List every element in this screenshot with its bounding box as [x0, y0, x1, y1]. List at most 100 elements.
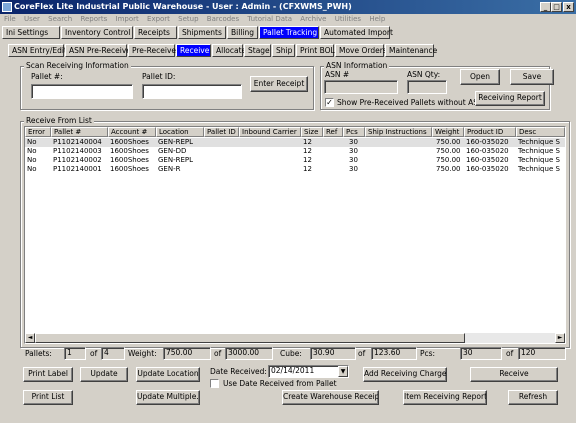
menu-archive[interactable]: Archive [300, 15, 326, 23]
cell-weight: 750.00 [436, 147, 461, 155]
tab-ship[interactable]: Ship [272, 44, 295, 57]
pallets-value: 1 [64, 347, 86, 360]
tab-pallet-tracking[interactable]: Pallet Tracking [259, 26, 319, 39]
cell-desc: Technique S [518, 138, 560, 146]
tab-automated-import[interactable]: Automated Import [320, 26, 393, 39]
menu-utilities[interactable]: Utilities [335, 15, 361, 23]
menu-search[interactable]: Search [48, 15, 72, 23]
close-button[interactable]: x [563, 2, 574, 12]
cell-desc: Technique S [518, 165, 560, 173]
scroll-left-arrow-icon[interactable]: ◄ [25, 333, 35, 343]
col-pallet-id[interactable]: Pallet ID [204, 127, 239, 137]
col-pallet-number[interactable]: Pallet # [51, 127, 108, 137]
asn-qty-label: ASN Qty: [407, 70, 441, 79]
receiving-report-button[interactable]: Receiving Report [475, 91, 545, 106]
add-receiving-charge-button[interactable]: Add Receiving Charge [363, 367, 447, 382]
tab-stage[interactable]: Stage [244, 44, 271, 57]
cell-weight: 750.00 [436, 138, 461, 146]
cube-value: 30.90 [310, 347, 356, 360]
pallet-id-input[interactable] [142, 84, 242, 99]
menu-tutorial-data[interactable]: Tutorial Data [247, 15, 292, 23]
pallet-number-input[interactable] [31, 84, 133, 99]
menu-import[interactable]: Import [116, 15, 139, 23]
show-prereceived-label: Show Pre-Received Pallets without ASN [337, 98, 484, 107]
table-row[interactable]: No P1102140003 1600Shoes GEN-DD 12 30 75… [25, 147, 565, 156]
update-button[interactable]: Update [80, 367, 128, 382]
tab-pre-receive[interactable]: Pre-Receive [128, 44, 176, 57]
chevron-down-icon[interactable]: ▼ [338, 366, 348, 377]
print-label-button[interactable]: Print Label [23, 367, 73, 382]
tab-asn-pre-receive[interactable]: ASN Pre-Receive [65, 44, 131, 57]
pcs-value: 30 [460, 347, 502, 360]
tab-receipts[interactable]: Receipts [134, 26, 177, 39]
weight-label: Weight: [128, 349, 157, 358]
tab-maintenance[interactable]: Maintenance [385, 44, 437, 57]
use-date-received-label: Use Date Received from Pallet [223, 379, 337, 388]
cube-of-label: of [358, 349, 366, 358]
pcs-label: Pcs: [420, 349, 436, 358]
open-button[interactable]: Open [460, 69, 500, 85]
tab-ini-settings[interactable]: Ini Settings [2, 26, 60, 39]
cell-product-id: 160-035020 [466, 165, 509, 173]
tab-billing[interactable]: Billing [227, 26, 258, 39]
minimize-button[interactable]: _ [540, 2, 551, 12]
col-error[interactable]: Error [25, 127, 51, 137]
tab-asn-entry-edit[interactable]: ASN Entry/Edit [8, 44, 67, 57]
cell-size: 12 [303, 156, 312, 164]
col-ref[interactable]: Ref [323, 127, 343, 137]
use-date-received-checkbox[interactable] [210, 379, 219, 388]
pallets-of-label: of [90, 349, 98, 358]
item-receiving-report-button[interactable]: Item Receiving Report [403, 390, 487, 405]
maximize-button[interactable]: □ [551, 2, 562, 12]
show-prereceived-checkbox[interactable]: ✓ [325, 98, 334, 107]
update-multiple-button[interactable]: Update Multiple... [136, 390, 200, 405]
pallets-label: Pallets: [25, 349, 52, 358]
cell-desc: Technique S [518, 147, 560, 155]
scroll-thumb[interactable] [35, 333, 465, 343]
col-pcs[interactable]: Pcs [343, 127, 365, 137]
col-account-number[interactable]: Account # [108, 127, 156, 137]
enter-receipt-button[interactable]: Enter Receipt [250, 76, 308, 92]
tab-inventory-control[interactable]: Inventory Control [61, 26, 133, 39]
date-received-combo[interactable]: 02/14/2011 ▼ [268, 365, 349, 378]
col-product-id[interactable]: Product ID [464, 127, 516, 137]
scroll-right-arrow-icon[interactable]: ► [555, 333, 565, 343]
table-row[interactable]: No P1102140001 1600Shoes GEN-R 12 30 750… [25, 165, 565, 174]
menu-reports[interactable]: Reports [80, 15, 107, 23]
create-warehouse-receipt-button[interactable]: Create Warehouse Receipt [282, 390, 379, 405]
tab-shipments[interactable]: Shipments [178, 26, 226, 39]
receive-grid[interactable]: Error Pallet # Account # Location Pallet… [24, 126, 566, 344]
cell-location: GEN-DD [158, 147, 187, 155]
refresh-button[interactable]: Refresh [508, 390, 558, 405]
menu-export[interactable]: Export [147, 15, 170, 23]
asn-number-field[interactable] [324, 80, 398, 94]
table-row[interactable]: No P1102140002 1600Shoes GEN-REPL 12 30 … [25, 156, 565, 165]
print-list-button[interactable]: Print List [23, 390, 73, 405]
save-button[interactable]: Save [510, 69, 554, 85]
tab-allocate[interactable]: Allocate [212, 44, 246, 57]
tab-receive[interactable]: Receive [176, 44, 211, 57]
col-inbound-carrier[interactable]: Inbound Carrier [239, 127, 301, 137]
cell-pcs: 30 [349, 165, 358, 173]
receive-button[interactable]: Receive [470, 367, 558, 382]
col-size[interactable]: Size [301, 127, 323, 137]
horizontal-scrollbar[interactable]: ◄ ► [25, 333, 565, 343]
cell-pcs: 30 [349, 138, 358, 146]
menu-barcodes[interactable]: Barcodes [207, 15, 239, 23]
menu-file[interactable]: File [4, 15, 16, 23]
tab-move-orders[interactable]: Move Orders [335, 44, 387, 57]
menu-setup[interactable]: Setup [178, 15, 198, 23]
col-desc[interactable]: Desc [516, 127, 565, 137]
table-row[interactable]: No P1102140004 1600Shoes GEN-REPL 12 30 … [25, 138, 565, 147]
asn-qty-field[interactable] [407, 80, 447, 94]
cell-account-number: 1600Shoes [110, 147, 149, 155]
col-weight[interactable]: Weight [432, 127, 464, 137]
weight-value: 750.00 [163, 347, 211, 360]
update-location-button[interactable]: Update Location [136, 367, 200, 382]
menu-user[interactable]: User [24, 15, 40, 23]
cell-pcs: 30 [349, 156, 358, 164]
tab-print-bol[interactable]: Print BOL [296, 44, 335, 57]
col-location[interactable]: Location [156, 127, 204, 137]
col-ship-instructions[interactable]: Ship Instructions [365, 127, 432, 137]
menu-help[interactable]: Help [369, 15, 385, 23]
